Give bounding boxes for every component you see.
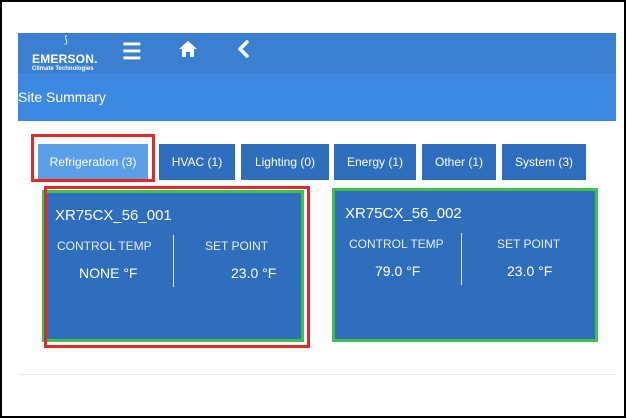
logo-subtitle: Climate Technologies	[32, 66, 94, 72]
logo-brand: EMERSON.	[32, 52, 98, 66]
header-bar: ⟆ EMERSON. Climate Technologies ☰	[18, 33, 616, 73]
emerson-logo[interactable]: ⟆ EMERSON. Climate Technologies	[32, 35, 97, 73]
tab-other[interactable]: Other (1)	[422, 144, 496, 180]
active-tab-highlight	[31, 134, 155, 182]
device-name: XR75CX_56_002	[345, 205, 462, 222]
tab-system[interactable]: System (3)	[502, 144, 586, 180]
back-icon[interactable]	[236, 39, 250, 65]
home-icon-glyph	[179, 41, 197, 57]
device-card-2[interactable]: XR75CX_56_002 CONTROL TEMP SET POINT 79.…	[332, 188, 598, 342]
control-temp-label: CONTROL TEMP	[349, 237, 444, 251]
card-divider	[461, 233, 462, 285]
tab-energy[interactable]: Energy (1)	[334, 144, 416, 180]
title-bar: Site Summary	[18, 73, 616, 121]
tab-lighting[interactable]: Lighting (0)	[241, 144, 329, 180]
footer-divider	[18, 374, 616, 375]
page-title: Site Summary	[18, 89, 106, 105]
control-temp-value: 79.0 °F	[375, 263, 421, 279]
home-icon[interactable]	[178, 39, 198, 65]
app-window: ⟆ EMERSON. Climate Technologies ☰ Site S…	[4, 4, 622, 414]
set-point-label: SET POINT	[497, 237, 561, 251]
selected-card-highlight	[44, 186, 310, 348]
menu-icon[interactable]: ☰	[122, 39, 142, 65]
set-point-value: 23.0 °F	[507, 263, 553, 279]
back-icon-glyph	[238, 40, 249, 58]
logo-mark-icon: ⟆	[64, 35, 68, 46]
tab-hvac[interactable]: HVAC (1)	[159, 144, 235, 180]
